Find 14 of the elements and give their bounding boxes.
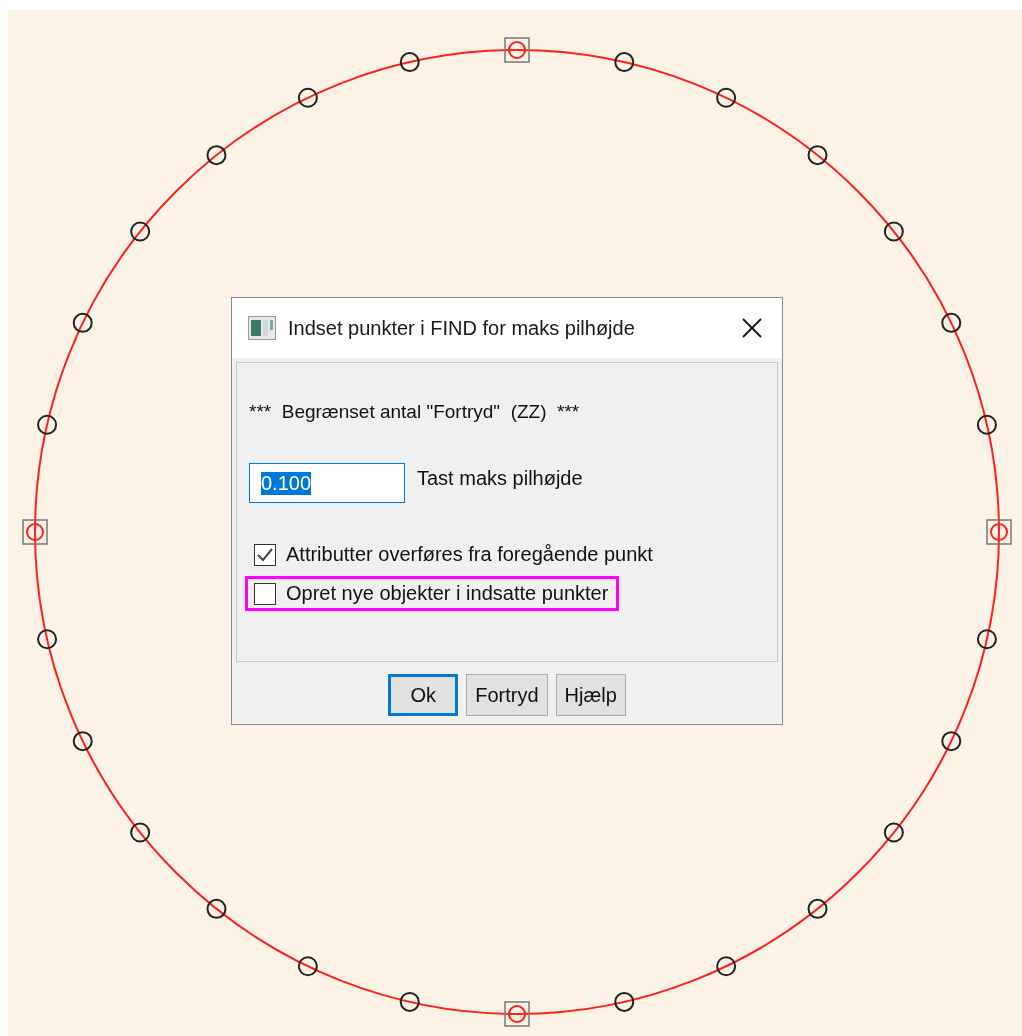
input-field[interactable]: 0.100 — [249, 463, 405, 503]
window-title: Indset punkter i FIND for maks pilhøjde — [288, 316, 636, 340]
checkbox-label: Opret nye objekter i indsatte punkter — [286, 582, 609, 605]
dialog-button[interactable]: Fortryd — [466, 674, 548, 716]
checkbox-option[interactable]: Attributter overføres fra foregående punkt — [245, 537, 664, 572]
warning-message: *** Begrænset antal "Fortryd" (ZZ) *** — [249, 401, 580, 423]
checkbox[interactable] — [254, 582, 276, 605]
dialog-button[interactable]: Hjælp — [555, 674, 626, 716]
highlighted-checkbox-option[interactable]: Opret nye objekter i indsatte punkter — [245, 576, 620, 611]
checkbox[interactable] — [254, 543, 276, 566]
app-icon — [248, 316, 276, 340]
dialog-button[interactable]: Ok — [388, 674, 459, 716]
checkbox-label: Attributter overføres fra foregående punkt — [286, 543, 653, 566]
field-label: Tast maks pilhøjde — [417, 467, 583, 490]
